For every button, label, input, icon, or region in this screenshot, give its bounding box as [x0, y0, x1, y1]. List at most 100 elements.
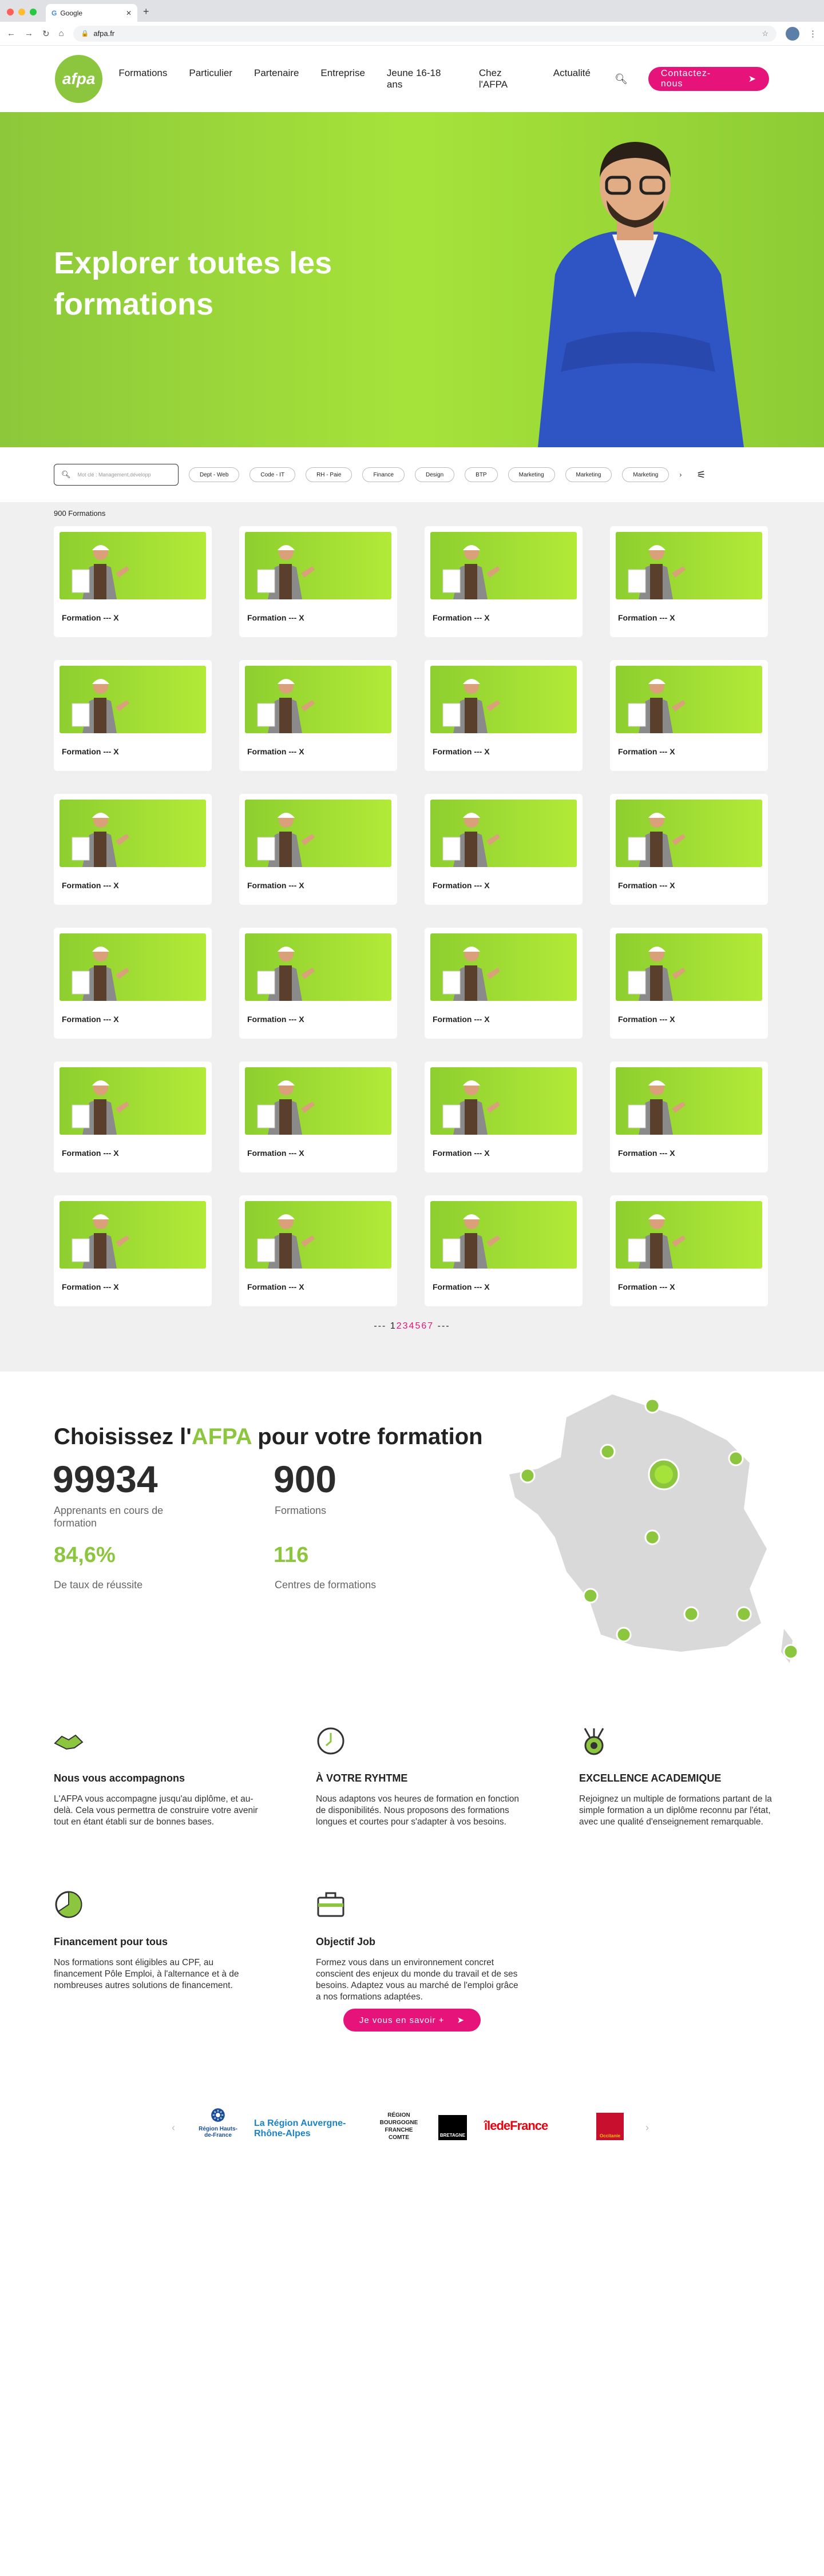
formation-card[interactable]: Formation --- X — [239, 1062, 397, 1172]
filter-chip[interactable]: Design — [415, 467, 455, 482]
formation-card-image — [616, 800, 762, 867]
bookmark-star-icon[interactable]: ☆ — [762, 29, 768, 38]
menu-icon[interactable]: ⋮ — [809, 29, 817, 39]
filter-settings-icon[interactable]: ⚟ — [696, 469, 706, 481]
formation-card[interactable]: Formation --- X — [54, 928, 212, 1039]
partners-prev-icon[interactable]: ‹ — [172, 2122, 175, 2134]
formation-card-title: Formation --- X — [618, 1148, 675, 1158]
partner-logo[interactable]: îledeFrance — [484, 2118, 548, 2133]
contact-button[interactable]: Contactez-nous ➤ — [648, 67, 769, 91]
formation-card[interactable]: Formation --- X — [239, 526, 397, 637]
page-current[interactable]: 1 — [390, 1321, 397, 1331]
formation-card-title: Formation --- X — [247, 747, 304, 756]
formation-card[interactable]: Formation --- X — [610, 526, 768, 637]
formation-card-image — [430, 933, 577, 1001]
formation-card[interactable]: Formation --- X — [425, 526, 583, 637]
formation-card[interactable]: Formation --- X — [54, 526, 212, 637]
feature-text: Rejoignez un multiple de formations part… — [579, 1794, 772, 1827]
formation-card[interactable]: Formation --- X — [610, 794, 768, 905]
formation-card-title: Formation --- X — [433, 1148, 490, 1158]
formation-card[interactable]: Formation --- X — [54, 794, 212, 905]
home-icon[interactable]: ⌂ — [59, 29, 64, 38]
nav-jeune[interactable]: Jeune 16-18 ans — [387, 67, 457, 90]
nav-formations[interactable]: Formations — [118, 67, 167, 90]
url-input[interactable]: 🔒 afpa.fr ☆ — [73, 25, 777, 42]
formation-card[interactable]: Formation --- X — [54, 660, 212, 771]
new-tab-icon[interactable]: + — [143, 6, 149, 18]
formation-card[interactable]: Formation --- X — [425, 1195, 583, 1306]
filter-chip[interactable]: Marketing — [508, 467, 555, 482]
partners-strip: ‹ ❂ Région Hauts-de-France La Région Auv… — [0, 2092, 824, 2161]
pagination-next[interactable]: --- — [438, 1321, 450, 1331]
afpa-logo[interactable]: afpa — [55, 55, 103, 103]
formation-card-image — [430, 1067, 577, 1135]
formation-card[interactable]: Formation --- X — [54, 1195, 212, 1306]
page-link[interactable]: 2 — [397, 1321, 403, 1331]
filter-chip[interactable]: Marketing — [565, 467, 612, 482]
partner-logo[interactable]: BRETAGNE — [438, 2115, 467, 2140]
partner-logo[interactable]: RÉGION BOURGOGNE FRANCHE COMTE — [375, 2112, 422, 2141]
back-icon[interactable]: ← — [7, 29, 15, 38]
formation-card[interactable]: Formation --- X — [610, 660, 768, 771]
profile-avatar[interactable] — [786, 26, 799, 41]
formation-card[interactable]: Formation --- X — [239, 794, 397, 905]
centers-value: 116 — [274, 1543, 309, 1567]
formation-card[interactable]: Formation --- X — [610, 1195, 768, 1306]
formation-card[interactable]: Formation --- X — [239, 928, 397, 1039]
formation-card[interactable]: Formation --- X — [54, 1062, 212, 1172]
browser-tab[interactable]: G Google ✕ — [46, 4, 137, 22]
formation-search-input[interactable]: 🔍︎ Mot clé : Management,développ — [54, 464, 179, 486]
formation-card[interactable]: Formation --- X — [239, 660, 397, 771]
learn-more-button[interactable]: Je vous en savoir + ➤ — [343, 2009, 481, 2032]
formation-card[interactable]: Formation --- X — [425, 1062, 583, 1172]
partner-logo[interactable]: La Région Auvergne-Rhône-Alpes — [254, 2118, 357, 2139]
page-link[interactable]: 7 — [427, 1321, 434, 1331]
formation-card[interactable]: Formation --- X — [239, 1195, 397, 1306]
nav-particulier[interactable]: Particulier — [189, 67, 232, 90]
hero-banner: Explorer toutes les formations — [0, 112, 824, 447]
partner-logo[interactable]: Occitanie — [596, 2113, 624, 2140]
formation-card[interactable]: Formation --- X — [610, 1062, 768, 1172]
search-icon[interactable]: 🔍︎ — [615, 73, 628, 85]
formation-card[interactable]: Formation --- X — [425, 660, 583, 771]
formation-card-title: Formation --- X — [247, 1015, 304, 1024]
formation-card[interactable]: Formation --- X — [610, 928, 768, 1039]
chevron-right-icon[interactable]: › — [679, 471, 682, 479]
forward-icon[interactable]: → — [25, 29, 33, 38]
formation-card-title: Formation --- X — [433, 747, 490, 756]
nav-entreprise[interactable]: Entreprise — [320, 67, 365, 90]
send-icon: ➤ — [748, 74, 756, 84]
filter-chip[interactable]: Dept - Web — [189, 467, 240, 482]
filter-chip[interactable]: RH - Paie — [306, 467, 352, 482]
partner-name: Région Hauts-de-France — [199, 2126, 237, 2138]
filter-chip[interactable]: BTP — [465, 467, 498, 482]
close-tab-icon[interactable]: ✕ — [126, 9, 132, 17]
filter-chip[interactable]: Marketing — [622, 467, 670, 482]
feature-card: Financement pour tous Nos formations son… — [54, 1890, 260, 1991]
page-link[interactable]: 6 — [421, 1321, 427, 1331]
feature-title: Objectif Job — [316, 1936, 376, 1947]
filter-chip[interactable]: Code - IT — [249, 467, 296, 482]
nav-partenaire[interactable]: Partenaire — [254, 67, 299, 90]
page-link[interactable]: 5 — [415, 1321, 421, 1331]
formation-card[interactable]: Formation --- X — [425, 928, 583, 1039]
page-link[interactable]: 4 — [409, 1321, 415, 1331]
pagination-prev[interactable]: --- — [374, 1321, 386, 1331]
page-link[interactable]: 3 — [403, 1321, 409, 1331]
search-icon: 🔍︎ — [61, 470, 71, 479]
nav-actualite[interactable]: Actualité — [553, 67, 591, 90]
reload-icon[interactable]: ↻ — [42, 29, 50, 39]
partners-next-icon[interactable]: › — [645, 2122, 649, 2134]
formation-card-title: Formation --- X — [247, 1282, 304, 1291]
formation-card[interactable]: Formation --- X — [425, 794, 583, 905]
worker-illustration — [442, 1214, 500, 1269]
formation-card-image — [245, 800, 391, 867]
main-nav: Formations Particulier Partenaire Entrep… — [118, 67, 591, 90]
maximize-window-button[interactable] — [30, 9, 37, 15]
formation-card-image — [245, 532, 391, 599]
minimize-window-button[interactable] — [18, 9, 25, 15]
nav-chez-afpa[interactable]: Chez l'AFPA — [479, 67, 532, 90]
close-window-button[interactable] — [7, 9, 14, 15]
partner-logo[interactable]: ❂ Région Hauts-de-France — [198, 2106, 238, 2138]
filter-chip[interactable]: Finance — [362, 467, 405, 482]
